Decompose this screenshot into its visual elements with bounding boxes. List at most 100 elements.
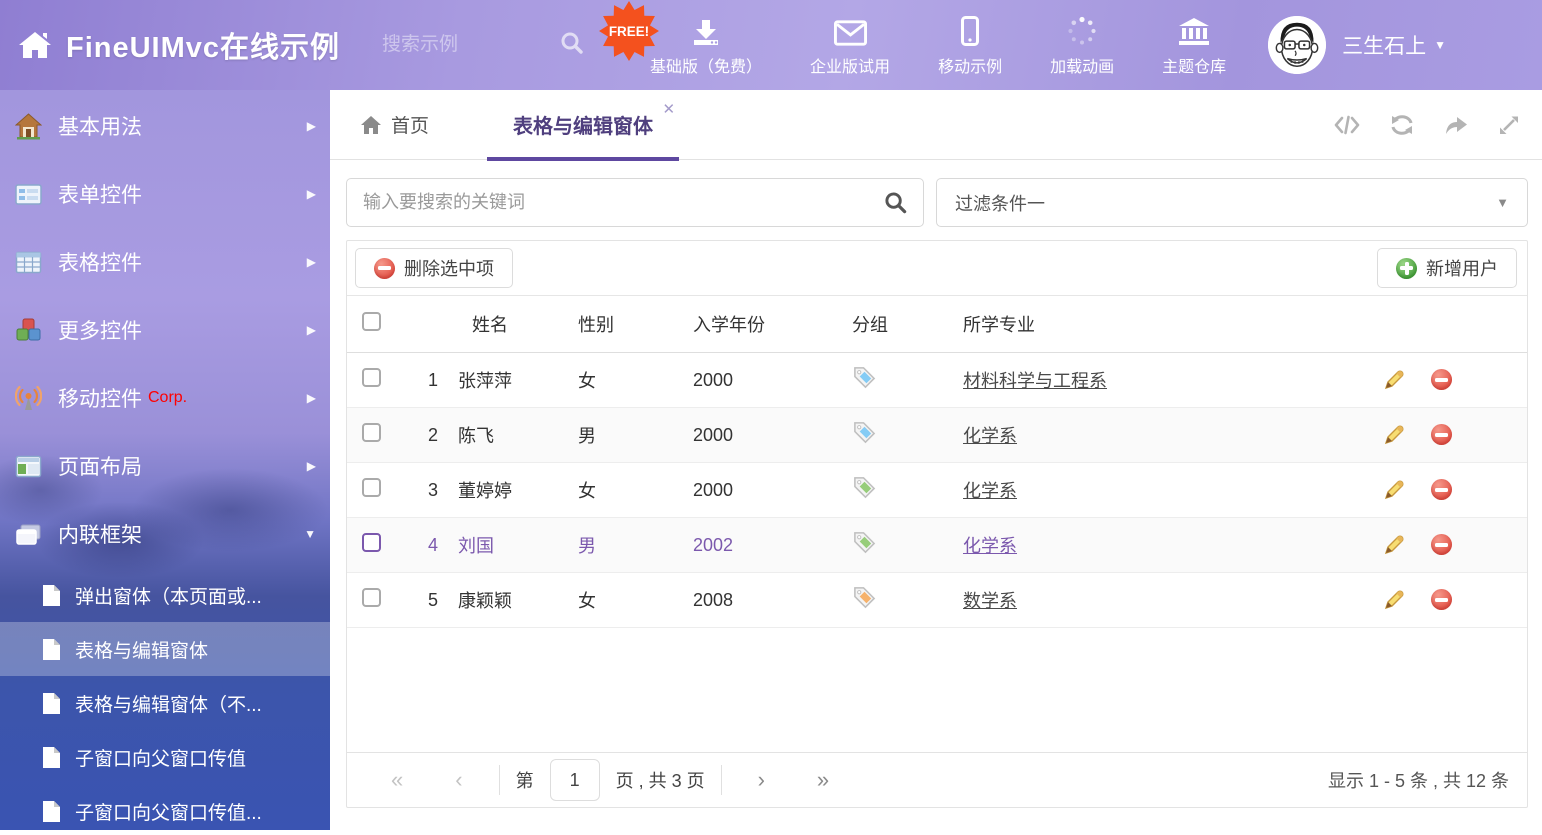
cell-gender: 男 (572, 532, 687, 558)
nav-item-basic-free[interactable]: FREE! 基础版（免费） (650, 14, 762, 77)
sidebar-subitem-child-to-parent-2[interactable]: 子窗口向父窗口传值... (0, 784, 330, 835)
delete-icon[interactable] (1431, 369, 1453, 391)
close-icon[interactable]: ✕ (662, 100, 675, 118)
col-header-name: 姓名 (452, 311, 572, 337)
chevron-down-icon: ▼ (304, 527, 316, 541)
delete-selected-button[interactable]: 删除选中项 (355, 248, 513, 288)
table-row: 2 陈飞 男 2000 化学系 (347, 408, 1527, 463)
grid-header-row: 姓名 性别 入学年份 分组 所学专业 (347, 296, 1527, 353)
tab-home[interactable]: 首页 (360, 111, 429, 138)
row-checkbox[interactable] (362, 588, 381, 607)
sidebar-item-basic-usage[interactable]: 基本用法 ▶ (0, 92, 330, 160)
fullscreen-icon[interactable] (1498, 114, 1520, 136)
add-user-button[interactable]: 新增用户 (1377, 248, 1517, 288)
sidebar-item-inline-frames[interactable]: 内联框架 ▼ (0, 500, 330, 568)
major-link[interactable]: 材料科学与工程系 (963, 371, 1107, 391)
filter-dropdown[interactable]: 过滤条件一 ▼ (936, 178, 1528, 227)
header-search (382, 31, 584, 60)
free-badge: FREE! (598, 0, 660, 62)
home-tab-icon (360, 115, 382, 135)
keyword-search-box (346, 178, 924, 227)
edit-icon[interactable] (1383, 424, 1405, 446)
row-checkbox[interactable] (362, 533, 381, 552)
nav-item-loading-animation[interactable]: 加载动画 (1050, 14, 1114, 77)
user-menu[interactable]: 三生石上 ▼ (1342, 30, 1446, 60)
tab-active-label: 表格与编辑窗体 (513, 110, 653, 139)
chevron-right-icon: ▶ (307, 391, 316, 405)
nav-item-mobile-demo[interactable]: 移动示例 (938, 14, 1002, 77)
major-link[interactable]: 数学系 (963, 591, 1017, 611)
edit-icon[interactable] (1383, 534, 1405, 556)
refresh-icon[interactable] (1390, 114, 1414, 136)
cell-gender: 女 (572, 367, 687, 393)
open-in-new-icon[interactable] (1444, 115, 1468, 135)
first-page-button[interactable]: « (365, 767, 429, 793)
table-row: 1 张萍萍 女 2000 材料科学与工程系 (347, 353, 1527, 408)
tag-icon (852, 539, 877, 559)
row-checkbox[interactable] (362, 423, 381, 442)
col-header-gender: 性别 (572, 311, 687, 337)
page-suffix-label: 页 , 共 3 页 (616, 767, 705, 793)
sidebar-subitem-label: 弹出窗体（本页面或... (75, 582, 262, 609)
filter-row: 过滤条件一 ▼ (346, 178, 1528, 227)
cell-year: 2000 (687, 480, 842, 501)
select-all-checkbox[interactable] (362, 312, 381, 331)
pagination-bar: « ‹ 第 页 , 共 3 页 › » 显示 1 - 5 条 , 共 12 条 (347, 752, 1527, 807)
search-icon[interactable] (868, 191, 923, 214)
table-row: 3 董婷婷 女 2000 化学系 (347, 463, 1527, 518)
row-index: 2 (402, 425, 452, 446)
col-header-year: 入学年份 (687, 311, 842, 337)
home-logo-icon[interactable] (18, 30, 52, 60)
sidebar-item-more-controls[interactable]: 更多控件 ▶ (0, 296, 330, 364)
tab-bar: 首页 表格与编辑窗体 ✕ (330, 90, 1542, 160)
nav-item-enterprise-trial[interactable]: 企业版试用 (810, 14, 890, 77)
file-icon (42, 584, 61, 607)
sidebar-item-form-controls[interactable]: 表单控件 ▶ (0, 160, 330, 228)
sidebar-item-mobile-controls[interactable]: 移动控件 Corp. ▶ (0, 364, 330, 432)
frames-icon (15, 521, 42, 548)
row-checkbox[interactable] (362, 368, 381, 387)
delete-icon[interactable] (1431, 534, 1453, 556)
grid-panel: 删除选中项 新增用户 姓名 性别 入学年份 分组 所学专业 1 (346, 240, 1528, 808)
sidebar-item-label: 移动控件 (58, 383, 142, 413)
sidebar-item-label: 内联框架 (58, 519, 304, 549)
major-link[interactable]: 化学系 (963, 426, 1017, 446)
edit-icon[interactable] (1383, 369, 1405, 391)
sidebar-item-grid-controls[interactable]: 表格控件 ▶ (0, 228, 330, 296)
sidebar-item-label: 更多控件 (58, 315, 307, 345)
delete-icon[interactable] (1431, 479, 1453, 501)
cell-name: 董婷婷 (452, 477, 572, 503)
edit-icon[interactable] (1383, 479, 1405, 501)
edit-icon[interactable] (1383, 589, 1405, 611)
nav-label: 主题仓库 (1162, 53, 1226, 77)
cell-gender: 男 (572, 422, 687, 448)
tag-icon (852, 429, 877, 449)
nav-item-theme-repo[interactable]: 主题仓库 (1162, 14, 1226, 77)
delete-icon[interactable] (1431, 424, 1453, 446)
next-page-button[interactable]: › (732, 767, 791, 793)
search-icon[interactable] (560, 31, 584, 60)
sidebar-subitem-grid-edit-window[interactable]: 表格与编辑窗体 (0, 622, 330, 676)
keyword-search-input[interactable] (347, 192, 868, 213)
delete-icon[interactable] (1431, 589, 1453, 611)
prev-page-button[interactable]: ‹ (429, 767, 488, 793)
sidebar-subitem-popup-window[interactable]: 弹出窗体（本页面或... (0, 568, 330, 622)
page-number-input[interactable] (550, 759, 600, 801)
table-row-selected: 4 刘国 男 2002 化学系 (347, 518, 1527, 573)
file-icon (42, 638, 61, 661)
major-link[interactable]: 化学系 (963, 481, 1017, 501)
sidebar-subitem-child-to-parent[interactable]: 子窗口向父窗口传值 (0, 730, 330, 784)
cell-name: 康颖颖 (452, 587, 572, 613)
row-checkbox[interactable] (362, 478, 381, 497)
main-content: 首页 表格与编辑窗体 ✕ (330, 90, 1542, 835)
header-search-input[interactable] (382, 34, 532, 56)
app-title: FineUIMvc在线示例 (66, 24, 340, 66)
tab-grid-edit-window[interactable]: 表格与编辑窗体 ✕ (487, 90, 679, 160)
source-code-icon[interactable] (1334, 115, 1360, 135)
user-avatar[interactable] (1268, 16, 1326, 74)
sidebar-item-page-layout[interactable]: 页面布局 ▶ (0, 432, 330, 500)
major-link[interactable]: 化学系 (963, 536, 1017, 556)
sidebar-subitem-grid-edit-window-2[interactable]: 表格与编辑窗体（不... (0, 676, 330, 730)
cell-name: 陈飞 (452, 422, 572, 448)
last-page-button[interactable]: » (791, 767, 855, 793)
